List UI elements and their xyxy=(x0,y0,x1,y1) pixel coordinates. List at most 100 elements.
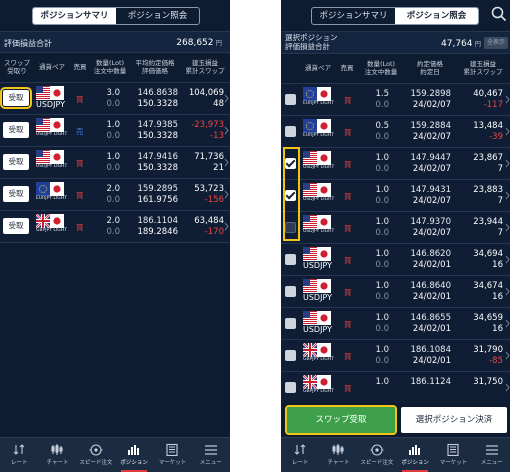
table-row[interactable]: USDJPY LIGHT 買 1.0 0.0 147.9431 24/02/07 2… xyxy=(281,180,510,212)
pl-cell: 23,944 7 xyxy=(473,217,503,238)
quantity-cell: 1.0 xyxy=(375,377,389,387)
table-row[interactable]: 受取 USDJPY 買 3.0 0.0 146.8638 150.3328 104,… xyxy=(0,83,230,115)
pl-cell: 34,674 16 xyxy=(473,281,503,302)
table-row[interactable]: USDJPY 買 1.0 0.0 146.8640 24/02/01 34,674 1… xyxy=(281,276,510,308)
bottom-tab-bar: レート チャート スピード注文 ポジション マーケット メニュー xyxy=(0,437,230,472)
top-bar: ポジションサマリ ポジション照会 xyxy=(281,0,510,32)
select-checkbox[interactable] xyxy=(285,286,296,297)
currency-pair: EURJPY LIGHT xyxy=(36,182,70,202)
flag-us-jp-icon xyxy=(303,247,337,261)
tab-market[interactable]: マーケット xyxy=(434,438,472,472)
tab-speed-order[interactable]: スピード注文 xyxy=(358,438,396,472)
pl-cell: 34,694 16 xyxy=(473,249,503,270)
chevron-right-icon xyxy=(505,95,510,104)
table-row[interactable]: GBPJPY LIGHT 買 1.0 0.0 186.1084 24/02/01 3… xyxy=(281,340,510,372)
quantity-cell: 2.0 0.0 xyxy=(106,184,120,205)
select-checkbox[interactable] xyxy=(285,318,296,329)
quantity-cell: 1.0 0.0 xyxy=(106,120,120,141)
table-header: 通貨ペア 売買 数量(Lot) 注文中数量 約定価格 約定日 建玉損益 累計スワップ xyxy=(281,54,510,84)
chevron-right-icon xyxy=(505,351,510,360)
pl-cell: 34,659 16 xyxy=(473,313,503,334)
tab-label: レート xyxy=(10,460,28,466)
tab-position-inquiry[interactable]: ポジション照会 xyxy=(395,8,478,24)
table-row[interactable]: EURJPY LIGHT 買 1.5 0.0 159.2898 24/02/07 4… xyxy=(281,84,510,116)
price-cell: 159.2895 161.9756 xyxy=(137,184,178,205)
chevron-right-icon xyxy=(505,319,510,328)
tab-position-summary[interactable]: ポジションサマリ xyxy=(33,8,116,24)
tab-menu[interactable]: メニュー xyxy=(192,438,230,472)
receive-swap-button[interactable]: 受取 xyxy=(3,122,29,138)
search-icon[interactable] xyxy=(491,6,507,22)
tab-label: マーケット xyxy=(158,460,187,466)
flag-gb-jp-icon xyxy=(36,214,70,228)
pair-label: GBPJPY LIGHT xyxy=(303,357,334,362)
side-label: 買 xyxy=(344,160,352,169)
receive-swap-button[interactable]: 受取 xyxy=(3,186,29,202)
tab-position[interactable]: ポジション xyxy=(396,438,434,472)
tab-rate[interactable]: レート xyxy=(281,438,319,472)
select-checkbox[interactable] xyxy=(285,94,296,105)
receive-swap-button[interactable]: 受取 xyxy=(3,218,29,234)
selection-highlight xyxy=(283,147,300,241)
total-pl-label: 評価損益合計 xyxy=(4,39,52,48)
tab-speed-order[interactable]: スピード注文 xyxy=(77,438,115,472)
quantity-cell: 1.0 0.0 xyxy=(375,281,389,302)
tab-rate[interactable]: レート xyxy=(0,438,38,472)
header-pair: 通貨ペア xyxy=(305,64,331,72)
tab-position-summary[interactable]: ポジションサマリ xyxy=(312,8,395,24)
chevron-right-icon xyxy=(224,190,229,199)
action-bar: スワップ受取 選択ポジション決済 xyxy=(281,403,510,437)
pl-cell: 13,484 -39 xyxy=(473,121,503,142)
tab-menu[interactable]: メニュー xyxy=(473,438,510,472)
currency-pair: USDJPY xyxy=(36,86,70,109)
pair-label: GBPJPY LIGHT xyxy=(303,389,334,394)
select-checkbox[interactable] xyxy=(285,254,296,265)
table-row[interactable]: 受取 USDJPY LIGHT 売 1.0 0.0 147.9385 150.332… xyxy=(0,115,230,147)
tab-position[interactable]: ポジション xyxy=(115,438,153,472)
table-row[interactable]: EURJPY LIGHT 買 0.5 0.0 159.2884 24/02/07 1… xyxy=(281,116,510,148)
currency-pair: USDJPY xyxy=(303,311,337,334)
chevron-right-icon xyxy=(224,158,229,167)
table-row[interactable]: USDJPY LIGHT 買 1.0 0.0 147.9370 24/02/07 2… xyxy=(281,212,510,244)
tab-label: マーケット xyxy=(439,460,468,466)
receive-swap-button[interactable]: 受取 xyxy=(0,87,32,109)
quantity-cell: 1.5 0.0 xyxy=(375,89,389,110)
flag-eu-jp-icon xyxy=(303,119,337,133)
table-row[interactable]: USDJPY 買 1.0 0.0 146.8655 24/02/01 34,659 1… xyxy=(281,308,510,340)
table-row[interactable]: USDJPY 買 1.0 0.0 146.8620 24/02/01 34,694 1… xyxy=(281,244,510,276)
pair-label: USDJPY LIGHT xyxy=(303,197,335,202)
table-row[interactable]: 受取 GBPJPY LIGHT 買 2.0 0.0 186.1104 189.284… xyxy=(0,211,230,243)
speed-order-icon xyxy=(89,444,103,456)
currency-pair: EURJPY LIGHT xyxy=(303,87,337,107)
settle-selected-button[interactable]: 選択ポジション決済 xyxy=(401,407,507,433)
side-label: 買 xyxy=(76,159,84,168)
quantity-cell: 1.0 0.0 xyxy=(375,249,389,270)
quantity-cell: 2.0 0.0 xyxy=(106,216,120,237)
tab-chart[interactable]: チャート xyxy=(38,438,76,472)
pair-label: EURJPY LIGHT xyxy=(303,101,334,106)
header-side: 売買 xyxy=(340,64,354,72)
pl-cell: -23,973 -13 xyxy=(191,120,224,141)
header-qty: 数量(Lot) 注文中数量 xyxy=(93,59,127,75)
tab-position-inquiry[interactable]: ポジション照会 xyxy=(116,8,199,24)
show-all-button[interactable]: 全表示 xyxy=(484,37,508,49)
pair-label: EURJPY LIGHT xyxy=(36,196,67,201)
currency-pair: USDJPY xyxy=(303,247,337,270)
pair-label: USDJPY xyxy=(303,293,332,302)
table-row[interactable]: 受取 EURJPY LIGHT 買 2.0 0.0 159.2895 161.975… xyxy=(0,179,230,211)
swap-receive-button[interactable]: スワップ受取 xyxy=(285,405,397,435)
total-pl-value: 268,652 円 xyxy=(176,38,222,48)
table-row[interactable]: 受取 USDJPY LIGHT 買 1.0 0.0 147.9416 150.332… xyxy=(0,147,230,179)
chevron-right-icon xyxy=(224,222,229,231)
select-checkbox[interactable] xyxy=(285,350,296,361)
select-checkbox[interactable] xyxy=(285,382,296,393)
tab-chart[interactable]: チャート xyxy=(319,438,357,472)
select-checkbox[interactable] xyxy=(285,126,296,137)
quantity-cell: 1.0 0.0 xyxy=(375,217,389,238)
price-cell: 146.8620 24/02/01 xyxy=(410,249,451,270)
table-row[interactable]: GBPJPY LIGHT 買 1.0 186.1124 31,750 xyxy=(281,372,510,404)
tab-market[interactable]: マーケット xyxy=(153,438,191,472)
tab-label: メニュー xyxy=(199,460,222,466)
table-row[interactable]: USDJPY LIGHT 買 1.0 0.0 147.9447 24/02/07 2… xyxy=(281,148,510,180)
receive-swap-button[interactable]: 受取 xyxy=(3,154,29,170)
